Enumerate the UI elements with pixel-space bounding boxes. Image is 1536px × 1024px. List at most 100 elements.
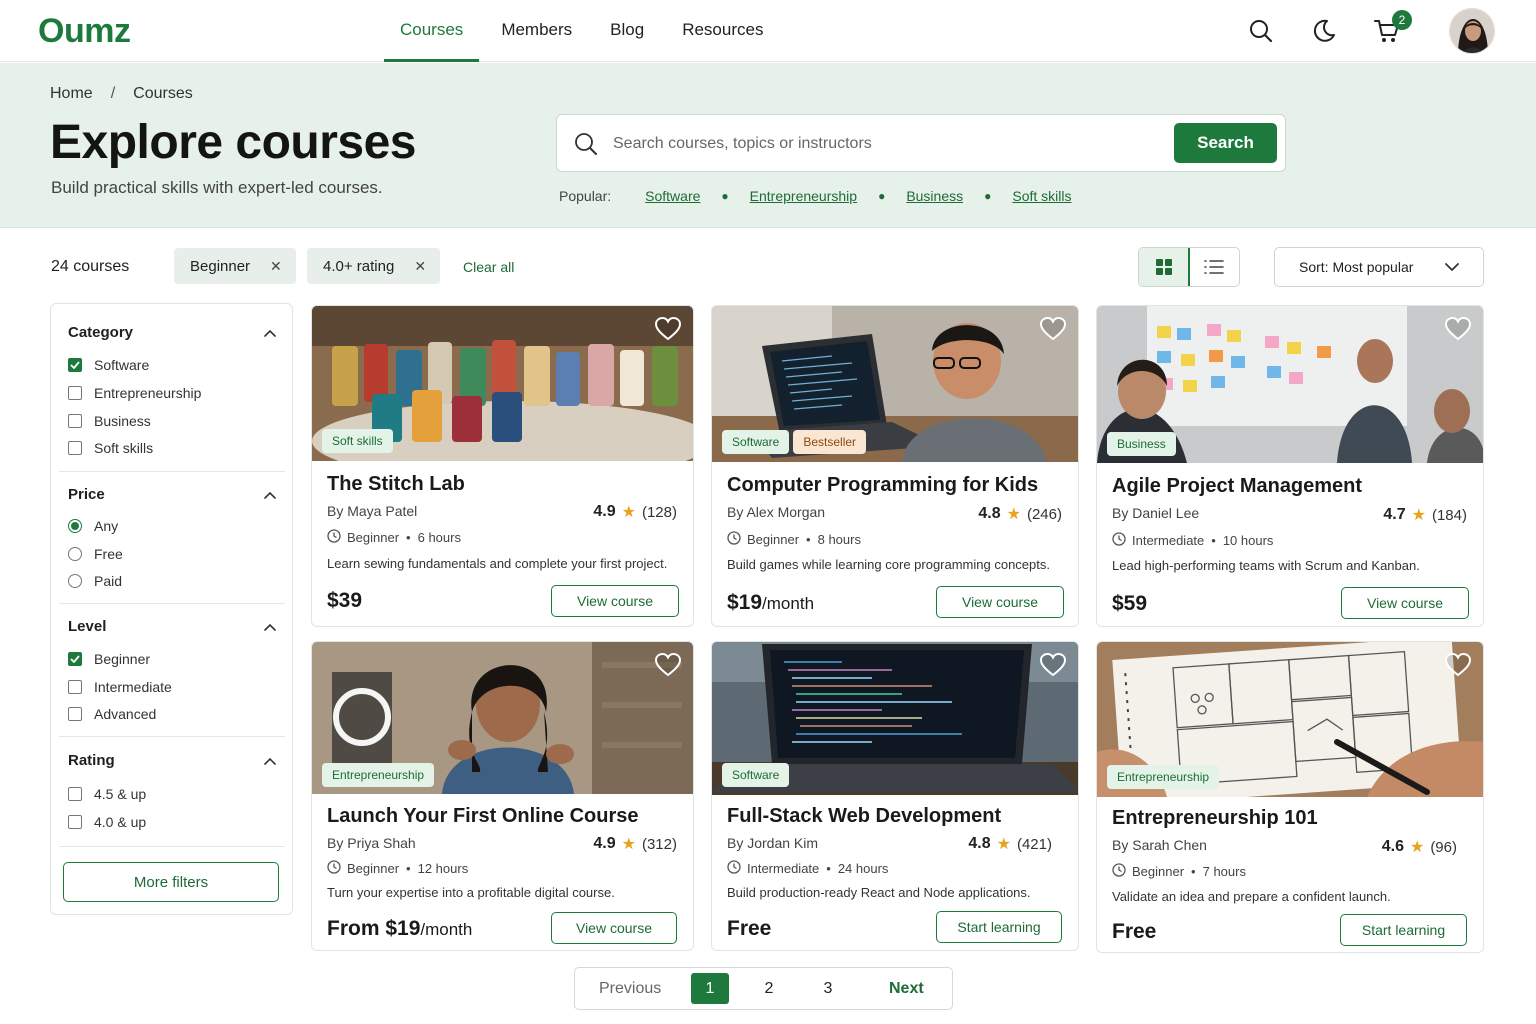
radio-icon[interactable] [68, 547, 82, 561]
popular-tag-software[interactable]: Software [645, 188, 700, 204]
checkbox-icon[interactable] [68, 441, 82, 455]
filter-chip-rating[interactable]: 4.0+ rating ✕ [307, 248, 441, 284]
cart-icon[interactable]: 2 [1370, 10, 1412, 48]
view-course-button[interactable]: View course [551, 585, 679, 617]
course-card[interactable]: Software Bestseller Computer Programming… [711, 305, 1079, 627]
course-title[interactable]: Agile Project Management [1112, 475, 1362, 498]
page-button-3[interactable]: 3 [809, 973, 847, 1004]
list-view-button[interactable] [1189, 248, 1239, 286]
chevron-up-icon [264, 486, 276, 503]
grid-view-button[interactable] [1139, 248, 1191, 286]
checkbox-checked-icon[interactable] [68, 652, 82, 666]
filter-group-header[interactable]: Rating [68, 749, 276, 771]
view-course-button[interactable]: View course [1341, 587, 1469, 619]
course-card[interactable]: Software Full-Stack Web Development By J… [711, 641, 1079, 951]
category-option-software[interactable]: Software [68, 355, 149, 375]
option-label: Beginner [94, 651, 151, 667]
brand-logo[interactable]: Oumz [38, 12, 131, 51]
search-button[interactable]: Search [1174, 123, 1277, 163]
sort-dropdown[interactable]: Sort: Most popular [1274, 247, 1484, 287]
user-avatar[interactable] [1449, 8, 1495, 54]
view-course-button[interactable]: View course [551, 912, 677, 944]
clear-all-link[interactable]: Clear all [463, 259, 514, 275]
search-input[interactable] [613, 129, 1153, 159]
course-card[interactable]: Soft skills The Stitch Lab By Maya Patel… [311, 305, 694, 627]
radio-icon[interactable] [68, 574, 82, 588]
category-option-business[interactable]: Business [68, 411, 151, 431]
category-option-entrepreneurship[interactable]: Entrepreneurship [68, 383, 201, 403]
course-rating: 4.9 ★ (312) [593, 834, 677, 854]
rating-option-4-0-up[interactable]: 4.0 & up [68, 812, 146, 832]
checkbox-icon[interactable] [68, 815, 82, 829]
heart-icon[interactable] [1443, 650, 1473, 680]
radio-selected-icon[interactable] [68, 519, 82, 533]
course-card[interactable]: Entrepreneurship Entrepreneurship 101 By… [1096, 641, 1484, 953]
breadcrumb-home[interactable]: Home [50, 85, 93, 103]
popular-topics: Popular: Software ● Entrepreneurship ● B… [559, 188, 1072, 204]
previous-page-button[interactable]: Previous [599, 973, 661, 1004]
category-option-soft-skills[interactable]: Soft skills [68, 438, 153, 458]
close-icon[interactable]: ✕ [270, 258, 282, 275]
category-tag: Entrepreneurship [1107, 765, 1220, 789]
level-option-intermediate[interactable]: Intermediate [68, 677, 172, 697]
heart-icon[interactable] [1038, 650, 1068, 680]
filter-group-header[interactable]: Price [68, 483, 276, 505]
checkbox-checked-icon[interactable] [68, 358, 82, 372]
start-learning-button[interactable]: Start learning [936, 911, 1062, 943]
nav-link-blog[interactable]: Blog [594, 0, 660, 62]
page-button-1[interactable]: 1 [691, 973, 729, 1004]
course-thumbnail-web-dev: Software [712, 642, 1078, 795]
course-card[interactable]: Business Agile Project Management By Dan… [1096, 305, 1484, 627]
price-option-paid[interactable]: Paid [68, 571, 122, 591]
view-course-button[interactable]: View course [936, 586, 1064, 618]
checkbox-icon[interactable] [68, 787, 82, 801]
filter-group-header[interactable]: Category [68, 321, 276, 343]
level-option-advanced[interactable]: Advanced [68, 704, 156, 724]
moon-icon[interactable] [1307, 14, 1341, 48]
bullet-separator: • [1191, 864, 1196, 879]
nav-link-resources[interactable]: Resources [666, 0, 779, 62]
checkbox-icon[interactable] [68, 414, 82, 428]
price-option-free[interactable]: Free [68, 544, 123, 564]
heart-icon[interactable] [653, 650, 683, 680]
option-label: Paid [94, 573, 123, 589]
course-title[interactable]: Launch Your First Online Course [327, 805, 639, 828]
nav-link-courses[interactable]: Courses [384, 0, 480, 62]
chevron-up-icon [264, 324, 276, 341]
course-title[interactable]: Entrepreneurship 101 [1112, 807, 1318, 830]
nav-link-members[interactable]: Members [485, 0, 588, 62]
popular-tag-soft-skills[interactable]: Soft skills [1012, 188, 1071, 204]
filter-group-title: Level [68, 617, 107, 635]
checkbox-icon[interactable] [68, 680, 82, 694]
course-meta: Beginner • 12 hours [327, 860, 468, 877]
search-icon[interactable] [1244, 14, 1278, 48]
rating-option-4-5-up[interactable]: 4.5 & up [68, 784, 146, 804]
close-icon[interactable]: ✕ [414, 258, 426, 275]
filter-group-header[interactable]: Level [68, 615, 276, 637]
course-duration: 8 hours [817, 532, 861, 547]
heart-icon[interactable] [1038, 314, 1068, 344]
course-author: By Jordan Kim [727, 835, 819, 851]
level-option-beginner[interactable]: Beginner [68, 649, 150, 669]
course-card[interactable]: Entrepreneurship Launch Your First Onlin… [311, 641, 694, 951]
course-thumbnail-sewing: Soft skills [312, 306, 693, 461]
filter-chip-beginner[interactable]: Beginner ✕ [174, 248, 296, 284]
star-icon: ★ [996, 836, 1011, 853]
bullet-separator: ● [984, 189, 992, 203]
more-filters-button[interactable]: More filters [63, 862, 279, 902]
heart-icon[interactable] [653, 314, 683, 344]
heart-icon[interactable] [1443, 314, 1473, 344]
course-title[interactable]: Full-Stack Web Development [727, 805, 1001, 828]
course-title[interactable]: The Stitch Lab [327, 473, 465, 496]
next-page-button[interactable]: Next [889, 973, 924, 1004]
page-button-2[interactable]: 2 [750, 973, 788, 1004]
checkbox-icon[interactable] [68, 707, 82, 721]
filters-sidebar: Category Software Entrepreneurship Busin… [50, 303, 293, 915]
course-title[interactable]: Computer Programming for Kids [727, 474, 1038, 497]
popular-tag-entrepreneurship[interactable]: Entrepreneurship [750, 188, 857, 204]
popular-tag-business[interactable]: Business [906, 188, 963, 204]
price-option-any[interactable]: Any [68, 516, 118, 536]
checkbox-icon[interactable] [68, 386, 82, 400]
start-learning-button[interactable]: Start learning [1340, 914, 1467, 946]
sort-label: Sort: [1299, 259, 1329, 275]
